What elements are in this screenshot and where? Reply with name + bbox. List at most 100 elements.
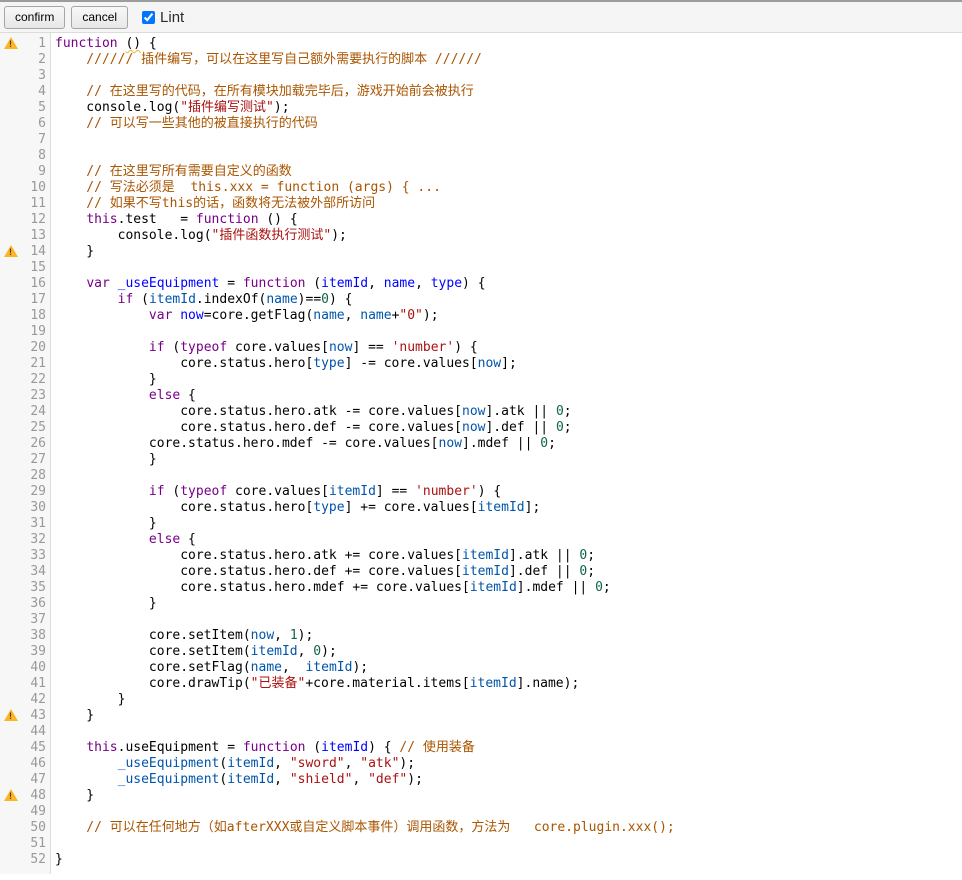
- code-line[interactable]: 14 }: [0, 244, 962, 260]
- code-line[interactable]: 13 console.log("插件函数执行测试");: [0, 228, 962, 244]
- code-line[interactable]: 2 ////// 插件编写，可以在这里写自己额外需要执行的脚本 //////: [0, 52, 962, 68]
- line-number: 21: [30, 356, 46, 371]
- code-line-text: _useEquipment(itemId, "shield", "def");: [51, 772, 423, 788]
- code-line[interactable]: 8: [0, 148, 962, 164]
- gutter: 28: [0, 468, 51, 484]
- code-line[interactable]: 40 core.setFlag(name, itemId);: [0, 660, 962, 676]
- code-line[interactable]: 12 this.test = function () {: [0, 212, 962, 228]
- code-line[interactable]: 5 console.log("插件编写测试");: [0, 100, 962, 116]
- gutter: 45: [0, 740, 51, 756]
- code-line[interactable]: 18 var now=core.getFlag(name, name+"0");: [0, 308, 962, 324]
- line-number: 30: [30, 500, 46, 515]
- lint-toggle[interactable]: Lint: [142, 9, 184, 26]
- code-line[interactable]: 23 else {: [0, 388, 962, 404]
- code-line[interactable]: 28: [0, 468, 962, 484]
- code-editor[interactable]: 1function () {2 ////// 插件编写，可以在这里写自己额外需要…: [0, 33, 962, 874]
- code-line[interactable]: 38 core.setItem(now, 1);: [0, 628, 962, 644]
- editor-bottom-padding: [0, 868, 962, 874]
- code-line[interactable]: 34 core.status.hero.def += core.values[i…: [0, 564, 962, 580]
- code-line-text: [51, 804, 55, 820]
- code-line-text: console.log("插件函数执行测试");: [51, 228, 347, 244]
- code-line[interactable]: 6 // 可以写一些其他的被直接执行的代码: [0, 116, 962, 132]
- code-line-text: var _useEquipment = function (itemId, na…: [51, 276, 486, 292]
- gutter: 48: [0, 788, 51, 804]
- code-line[interactable]: 22 }: [0, 372, 962, 388]
- gutter: 5: [0, 100, 51, 116]
- code-line-text: core.status.hero.atk -= core.values[now]…: [51, 404, 572, 420]
- lint-warning-icon[interactable]: [4, 789, 18, 802]
- code-line[interactable]: 30 core.status.hero[type] += core.values…: [0, 500, 962, 516]
- code-line[interactable]: 27 }: [0, 452, 962, 468]
- gutter: 23: [0, 388, 51, 404]
- code-line[interactable]: 21 core.status.hero[type] -= core.values…: [0, 356, 962, 372]
- gutter: 35: [0, 580, 51, 596]
- code-line[interactable]: 17 if (itemId.indexOf(name)==0) {: [0, 292, 962, 308]
- code-line[interactable]: 47 _useEquipment(itemId, "shield", "def"…: [0, 772, 962, 788]
- code-line[interactable]: 10 // 写法必须是 this.xxx = function (args) {…: [0, 180, 962, 196]
- code-line[interactable]: 7: [0, 132, 962, 148]
- lint-warning-icon[interactable]: [4, 709, 18, 722]
- code-line-text: }: [51, 692, 125, 708]
- line-number: 44: [30, 724, 46, 739]
- code-line-text: // 在这里写所有需要自定义的函数: [51, 164, 292, 180]
- line-number: 7: [38, 132, 46, 147]
- code-line[interactable]: 43 }: [0, 708, 962, 724]
- code-line-text: _useEquipment(itemId, "sword", "atk");: [51, 756, 415, 772]
- gutter: 1: [0, 36, 51, 52]
- line-number: 52: [30, 852, 46, 867]
- code-line[interactable]: 29 if (typeof core.values[itemId] == 'nu…: [0, 484, 962, 500]
- line-number: 26: [30, 436, 46, 451]
- code-line[interactable]: 39 core.setItem(itemId, 0);: [0, 644, 962, 660]
- code-line[interactable]: 26 core.status.hero.mdef -= core.values[…: [0, 436, 962, 452]
- code-line[interactable]: 46 _useEquipment(itemId, "sword", "atk")…: [0, 756, 962, 772]
- line-number: 25: [30, 420, 46, 435]
- code-line[interactable]: 1function () {: [0, 36, 962, 52]
- code-line[interactable]: 19: [0, 324, 962, 340]
- gutter: 37: [0, 612, 51, 628]
- code-line[interactable]: 32 else {: [0, 532, 962, 548]
- code-line[interactable]: 3: [0, 68, 962, 84]
- code-line[interactable]: 16 var _useEquipment = function (itemId,…: [0, 276, 962, 292]
- code-line[interactable]: 36 }: [0, 596, 962, 612]
- code-line-text: [51, 836, 55, 852]
- code-line[interactable]: 45 this.useEquipment = function (itemId)…: [0, 740, 962, 756]
- line-number: 43: [30, 708, 46, 723]
- gutter: 49: [0, 804, 51, 820]
- lint-warning-icon[interactable]: [4, 245, 18, 258]
- lint-label: Lint: [160, 9, 184, 26]
- code-line[interactable]: 42 }: [0, 692, 962, 708]
- code-line[interactable]: 20 if (typeof core.values[now] == 'numbe…: [0, 340, 962, 356]
- lint-warning-icon[interactable]: [4, 37, 18, 50]
- code-line[interactable]: 51: [0, 836, 962, 852]
- code-line[interactable]: 41 core.drawTip("已装备"+core.material.item…: [0, 676, 962, 692]
- code-line[interactable]: 35 core.status.hero.mdef += core.values[…: [0, 580, 962, 596]
- code-line[interactable]: 11 // 如果不写this的话，函数将无法被外部所访问: [0, 196, 962, 212]
- gutter: 34: [0, 564, 51, 580]
- cancel-button[interactable]: cancel: [71, 6, 128, 29]
- code-line-text: core.setFlag(name, itemId);: [51, 660, 368, 676]
- code-line-text: }: [51, 596, 157, 612]
- code-line[interactable]: 33 core.status.hero.atk += core.values[i…: [0, 548, 962, 564]
- code-line[interactable]: 25 core.status.hero.def -= core.values[n…: [0, 420, 962, 436]
- line-number: 1: [38, 36, 46, 51]
- code-line[interactable]: 15: [0, 260, 962, 276]
- confirm-button[interactable]: confirm: [4, 6, 65, 29]
- code-line[interactable]: 37: [0, 612, 962, 628]
- code-line-text: this.useEquipment = function (itemId) { …: [51, 740, 475, 756]
- code-line[interactable]: 48 }: [0, 788, 962, 804]
- code-line-text: var now=core.getFlag(name, name+"0");: [51, 308, 439, 324]
- code-line-text: [51, 132, 55, 148]
- gutter: 7: [0, 132, 51, 148]
- code-line[interactable]: 9 // 在这里写所有需要自定义的函数: [0, 164, 962, 180]
- gutter: 38: [0, 628, 51, 644]
- code-line[interactable]: 31 }: [0, 516, 962, 532]
- lint-checkbox[interactable]: [142, 11, 155, 24]
- line-number: 3: [38, 68, 46, 83]
- code-line[interactable]: 44: [0, 724, 962, 740]
- code-line[interactable]: 52}: [0, 852, 962, 868]
- code-line[interactable]: 24 core.status.hero.atk -= core.values[n…: [0, 404, 962, 420]
- code-line[interactable]: 49: [0, 804, 962, 820]
- code-line[interactable]: 4 // 在这里写的代码，在所有模块加载完毕后，游戏开始前会被执行: [0, 84, 962, 100]
- gutter: 29: [0, 484, 51, 500]
- code-line[interactable]: 50 // 可以在任何地方（如afterXXX或自定义脚本事件）调用函数，方法为…: [0, 820, 962, 836]
